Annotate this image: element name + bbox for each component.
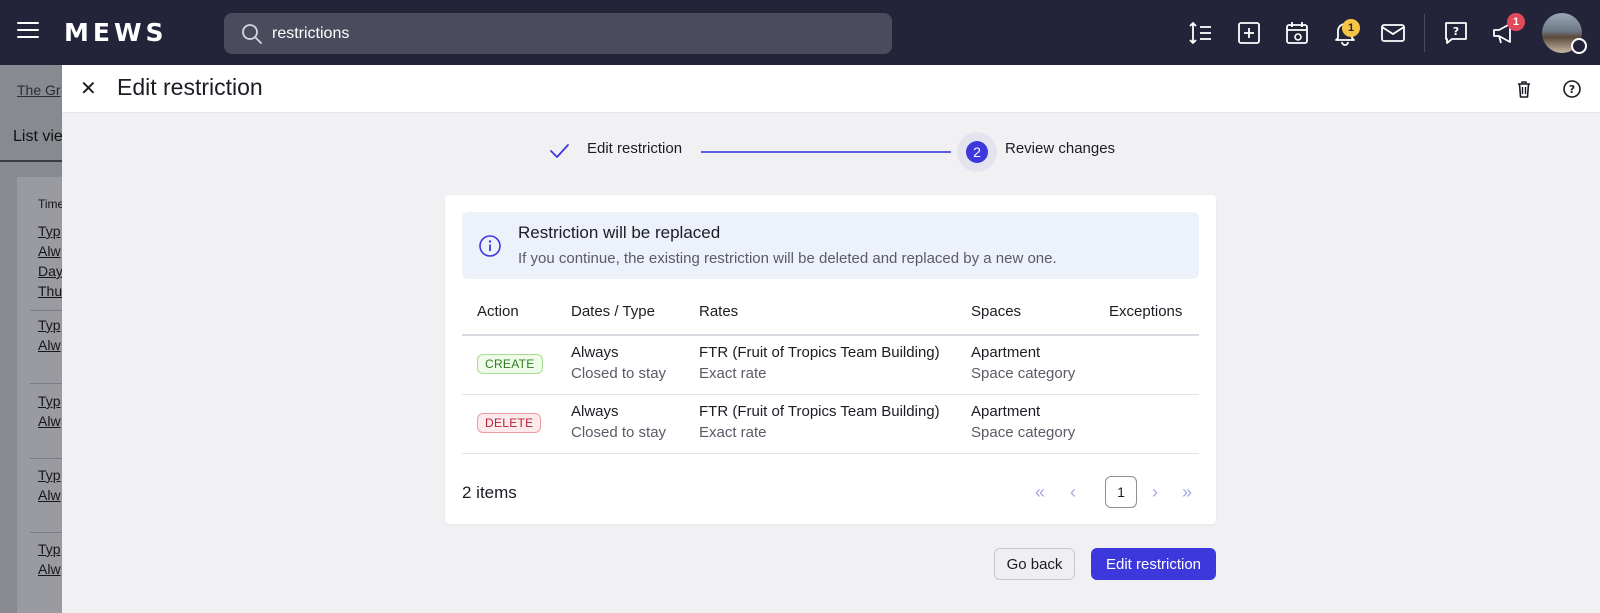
go-back-button[interactable]: Go back <box>994 548 1075 580</box>
row-divider <box>30 532 62 533</box>
drawer-header: ✕ Edit restriction ? <box>62 65 1600 113</box>
svg-text:?: ? <box>1569 83 1575 96</box>
first-page-icon[interactable]: « <box>1035 482 1045 502</box>
column-header-dates-type: Dates / Type <box>571 303 655 320</box>
column-header-rates: Rates <box>699 303 739 320</box>
add-icon[interactable] <box>1236 20 1262 46</box>
checkmark-icon <box>550 144 569 158</box>
list-item: Typ <box>38 317 61 333</box>
list-item: Thu <box>38 283 62 299</box>
delete-badge: DELETE <box>477 413 542 433</box>
row-divider <box>462 394 1199 395</box>
background-page: The Gr List vie Time Typ Alw Day Thu Typ… <box>0 65 62 613</box>
table-cell-space: Apartment <box>971 344 1041 361</box>
row-divider <box>30 383 62 384</box>
alert-title: Restriction will be replaced <box>518 223 721 242</box>
breadcrumb: The Gr <box>17 82 61 98</box>
table-cell-rate: FTR (Fruit of Tropics Team Building) <box>699 403 940 420</box>
announcements-badge: 1 <box>1507 13 1525 31</box>
search-bar[interactable] <box>224 13 892 54</box>
table-cell-rate-type: Exact rate <box>699 424 767 441</box>
list-item: Alw <box>38 337 61 353</box>
table-cell-space-type: Space category <box>971 424 1076 441</box>
items-count: 2 items <box>462 483 517 502</box>
app-logo[interactable]: MEWS <box>64 18 168 47</box>
close-icon[interactable]: ✕ <box>80 79 97 99</box>
search-icon <box>242 24 262 44</box>
list-item: Alw <box>38 487 61 503</box>
step-review-changes: Review changes <box>1005 140 1116 157</box>
tab-underline <box>0 160 62 162</box>
table-header: Time <box>38 197 62 211</box>
next-page-icon[interactable]: › <box>1152 482 1158 502</box>
list-item: Typ <box>38 467 61 483</box>
edit-restriction-drawer: ✕ Edit restriction ? Edit restriction 2 … <box>62 65 1600 613</box>
row-divider <box>30 458 62 459</box>
previous-page-icon[interactable]: ‹ <box>1070 482 1076 502</box>
menu-icon[interactable] <box>17 22 39 40</box>
toolbar-divider <box>1424 14 1425 52</box>
mail-icon[interactable] <box>1380 20 1406 46</box>
search-input[interactable] <box>272 13 872 54</box>
table-cell-space-type: Space category <box>971 365 1076 382</box>
status-indicator <box>1571 38 1587 54</box>
last-page-icon[interactable]: » <box>1182 482 1192 502</box>
list-item: Alw <box>38 561 61 577</box>
table-cell-rate: FTR (Fruit of Tropics Team Building) <box>699 344 940 361</box>
trash-icon[interactable] <box>1514 79 1534 99</box>
table-cell-date: Always <box>571 344 619 361</box>
list-item: Typ <box>38 541 61 557</box>
list-item: Alw <box>38 243 61 259</box>
edit-restriction-button[interactable]: Edit restriction <box>1091 548 1216 580</box>
table-cell-space: Apartment <box>971 403 1041 420</box>
column-header-spaces: Spaces <box>971 303 1022 320</box>
info-alert: Restriction will be replaced If you cont… <box>462 212 1199 279</box>
calendar-view-icon[interactable] <box>1284 20 1310 46</box>
page-number-button[interactable]: 1 <box>1105 476 1137 508</box>
table-cell-rate-type: Exact rate <box>699 365 767 382</box>
table-cell-date: Always <box>571 403 619 420</box>
step-edit-restriction[interactable]: Edit restriction <box>587 140 682 157</box>
row-divider <box>30 310 62 311</box>
list-item: Typ <box>38 223 61 239</box>
list-view-tab: List vie <box>13 128 62 145</box>
svg-text:?: ? <box>1453 25 1459 38</box>
notifications-badge: 1 <box>1342 19 1360 37</box>
step-number: 2 <box>966 141 988 163</box>
line-height-icon[interactable] <box>1188 20 1214 46</box>
help-chat-icon[interactable]: ? <box>1443 20 1469 46</box>
help-icon[interactable]: ? <box>1562 79 1582 99</box>
table-cell-type: Closed to stay <box>571 365 667 382</box>
stepper-connector <box>701 151 951 153</box>
list-item: Day <box>38 263 62 279</box>
page-title: Edit restriction <box>117 74 263 100</box>
row-divider <box>462 453 1199 454</box>
top-bar: MEWS 1 ? 1 <box>0 0 1600 65</box>
table-cell-type: Closed to stay <box>571 424 667 441</box>
list-item: Typ <box>38 393 61 409</box>
info-icon <box>479 235 501 257</box>
list-item: Alw <box>38 413 61 429</box>
column-header-exceptions: Exceptions <box>1109 303 1183 320</box>
column-header-action: Action <box>477 303 519 320</box>
create-badge: CREATE <box>477 354 543 374</box>
table-header-divider <box>462 334 1199 336</box>
review-card: Restriction will be replaced If you cont… <box>445 195 1216 524</box>
alert-text: If you continue, the existing restrictio… <box>518 250 1057 267</box>
